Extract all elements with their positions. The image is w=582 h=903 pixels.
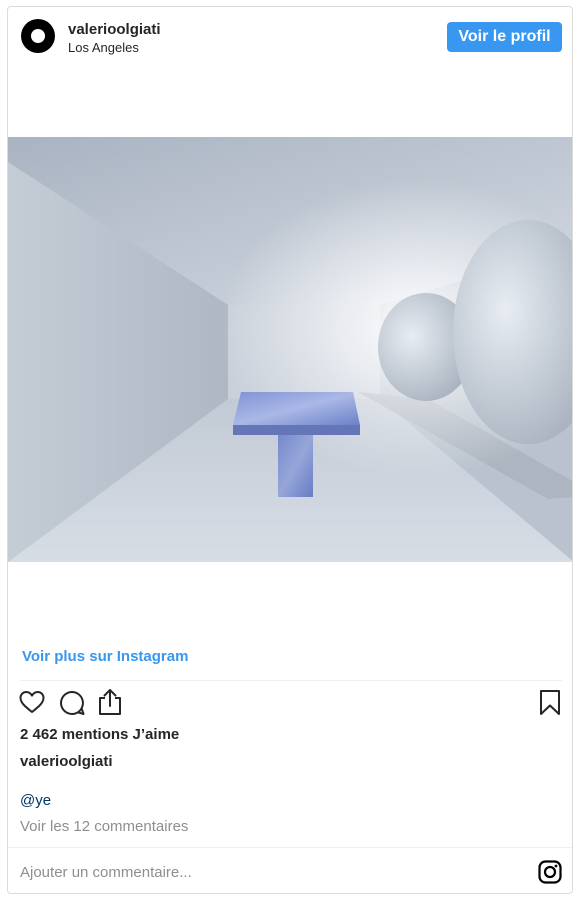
add-comment-placeholder[interactable]: Ajouter un commentaire... bbox=[20, 864, 192, 881]
post-image[interactable] bbox=[8, 137, 572, 562]
instagram-embed-card: valerioolgiati Los Angeles Voir le profi… bbox=[7, 6, 573, 894]
share-icon[interactable] bbox=[97, 688, 123, 721]
comment-bubble-icon[interactable] bbox=[59, 690, 85, 721]
view-comments-link[interactable]: Voir les 12 commentaires bbox=[20, 818, 188, 835]
add-comment-bar[interactable]: Ajouter un commentaire... bbox=[8, 847, 572, 893]
view-more-on-instagram-link[interactable]: Voir plus sur Instagram bbox=[22, 648, 188, 665]
header-username[interactable]: valerioolgiati bbox=[68, 21, 161, 38]
caption-mention-link[interactable]: @ye bbox=[20, 792, 51, 809]
header-location[interactable]: Los Angeles bbox=[68, 40, 139, 55]
instagram-icon[interactable] bbox=[538, 860, 562, 889]
post-header: valerioolgiati Los Angeles Voir le profi… bbox=[8, 7, 572, 67]
bookmark-icon[interactable] bbox=[539, 689, 561, 721]
caption-username[interactable]: valerioolgiati bbox=[20, 753, 113, 770]
divider bbox=[20, 680, 562, 681]
post-image-render bbox=[8, 137, 572, 562]
heart-icon[interactable] bbox=[19, 690, 45, 719]
view-profile-button[interactable]: Voir le profil bbox=[447, 22, 562, 52]
like-count[interactable]: 2 462 mentions J’aime bbox=[20, 726, 179, 743]
avatar[interactable] bbox=[21, 19, 55, 53]
